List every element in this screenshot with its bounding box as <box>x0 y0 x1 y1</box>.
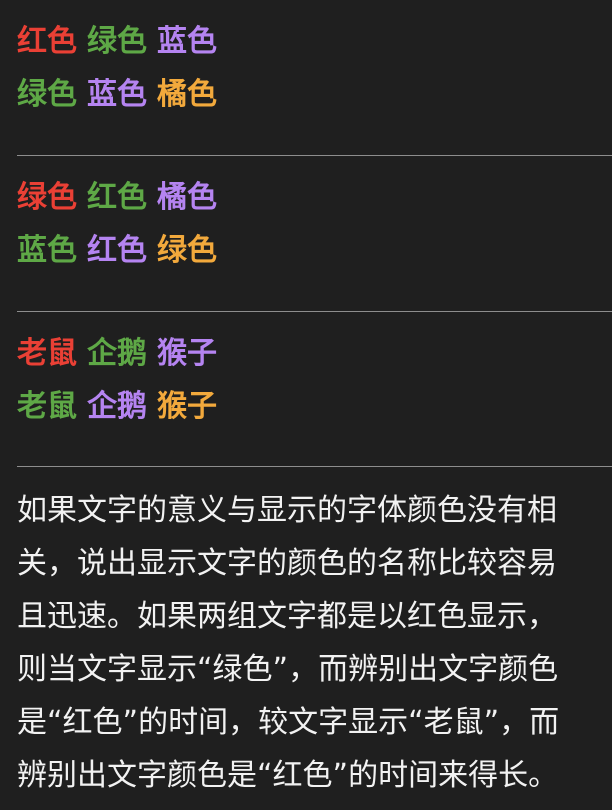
word-row: 蓝色 红色 绿色 <box>17 231 227 271</box>
word-row: 老鼠 企鹅 猴子 <box>17 334 227 374</box>
divider <box>17 311 612 312</box>
animal-word: 企鹅 <box>87 389 147 424</box>
color-word: 红色 <box>87 233 147 268</box>
animal-word: 老鼠 <box>17 336 77 371</box>
color-word: 绿色 <box>87 24 147 59</box>
animal-word: 猴子 <box>157 389 217 424</box>
divider <box>17 466 612 467</box>
paragraph-line: 辨别出文字颜色是“红色”的时间来得长。 <box>17 758 559 793</box>
paragraph-line: 且迅速。如果两组文字都是以红色显示， <box>17 599 557 634</box>
color-word: 橘色 <box>157 77 217 112</box>
word-row: 红色 绿色 蓝色 <box>17 22 227 62</box>
color-word: 橘色 <box>157 180 217 215</box>
explanation-paragraph: 如果文字的意义与显示的字体颜色没有相 关，说出显示文字的颜色的名称比较容易 且迅… <box>17 484 607 802</box>
color-word: 蓝色 <box>87 77 147 112</box>
animal-word: 老鼠 <box>17 389 77 424</box>
color-word: 红色 <box>17 24 77 59</box>
color-word: 蓝色 <box>157 24 217 59</box>
word-row: 绿色 蓝色 橘色 <box>17 75 227 115</box>
color-word: 红色 <box>87 180 147 215</box>
divider <box>17 155 612 156</box>
paragraph-line: 则当文字显示“绿色”，而辨别出文字颜色 <box>17 652 559 687</box>
word-row: 老鼠 企鹅 猴子 <box>17 387 227 427</box>
color-word: 绿色 <box>17 180 77 215</box>
paragraph-line: 关，说出显示文字的颜色的名称比较容易 <box>17 546 557 581</box>
color-word: 绿色 <box>157 233 217 268</box>
color-word: 蓝色 <box>17 233 77 268</box>
paragraph-line: 如果文字的意义与显示的字体颜色没有相 <box>17 493 557 528</box>
animal-word: 企鹅 <box>87 336 147 371</box>
stroop-page: { "colors": { "red": "#ea4035", "green":… <box>0 0 612 810</box>
animal-word: 猴子 <box>157 336 217 371</box>
word-row: 绿色 红色 橘色 <box>17 178 227 218</box>
color-word: 绿色 <box>17 77 77 112</box>
paragraph-line: 是“红色”的时间，较文字显示“老鼠”，而 <box>17 705 560 740</box>
